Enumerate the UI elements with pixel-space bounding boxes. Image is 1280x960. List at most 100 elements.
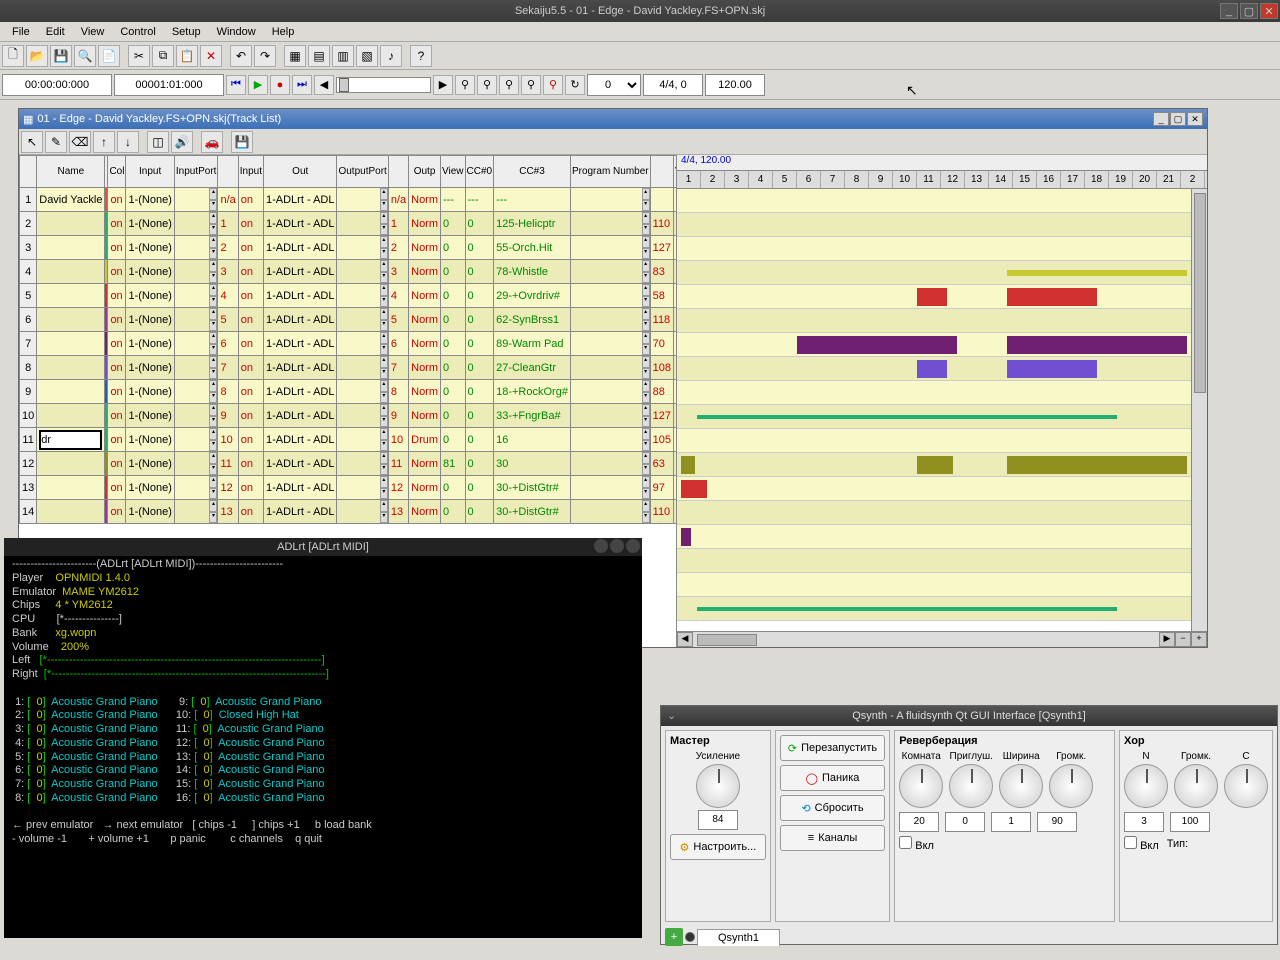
track-name-input[interactable]	[39, 430, 102, 450]
view1-icon[interactable]: ▦	[284, 45, 306, 67]
track-row[interactable]: 3on1-(None)▴▾2on1-ADLrt - ADL▴▾2Norm0055…	[20, 236, 678, 260]
close-button[interactable]: ✕	[1260, 3, 1278, 19]
channel-combo[interactable]: 0	[587, 74, 641, 96]
tool-car-icon[interactable]: 🚗	[201, 131, 223, 153]
track-row[interactable]: 4on1-(None)▴▾3on1-ADLrt - ADL▴▾3Norm0078…	[20, 260, 678, 284]
setup-button[interactable]: ⚙Настроить...	[670, 834, 766, 860]
print-icon[interactable]: 🔍	[74, 45, 96, 67]
track-row[interactable]: 8on1-(None)▴▾7on1-ADLrt - ADL▴▾7Norm0027…	[20, 356, 678, 380]
tool-erase-icon[interactable]: ⌫	[69, 131, 91, 153]
console-max[interactable]	[610, 539, 624, 553]
track-row[interactable]: 6on1-(None)▴▾5on1-ADLrt - ADL▴▾5Norm0062…	[20, 308, 678, 332]
chorus-knob-1[interactable]	[1174, 764, 1218, 808]
menu-setup[interactable]: Setup	[164, 24, 209, 40]
marker5-icon[interactable]: ⚲	[543, 75, 563, 95]
panic-button[interactable]: ◯Паника	[780, 765, 885, 791]
restart-button[interactable]: ⟳Перезапустить	[780, 735, 885, 761]
console-min[interactable]	[594, 539, 608, 553]
rewind-button[interactable]: ⏮	[226, 75, 246, 95]
print-preview-icon[interactable]: 📄	[98, 45, 120, 67]
tool-select-icon[interactable]: ◫	[147, 131, 169, 153]
minimize-button[interactable]: _	[1220, 3, 1238, 19]
view3-icon[interactable]: ▥	[332, 45, 354, 67]
track-row[interactable]: 1David Yackleon1-(None)▴▾n/aon1-ADLrt - …	[20, 188, 678, 212]
horizontal-scrollbar[interactable]: ◀▶−+	[677, 631, 1207, 647]
channels-button[interactable]: ≡Каналы	[780, 825, 885, 851]
reverb-panel: Реверберация КомнатаПриглуш.ШиринаГромк.…	[894, 730, 1115, 922]
chevron-down-icon[interactable]: ⌄	[667, 706, 676, 726]
track-row[interactable]: 11on1-(None)▴▾10on1-ADLrt - ADL▴▾10Drum0…	[20, 428, 678, 452]
track-row[interactable]: 12on1-(None)▴▾11on1-ADLrt - ADL▴▾11Norm8…	[20, 452, 678, 476]
track-row[interactable]: 5on1-(None)▴▾4on1-ADLrt - ADL▴▾4Norm0029…	[20, 284, 678, 308]
help-icon[interactable]: ?	[410, 45, 432, 67]
console-close[interactable]	[626, 539, 640, 553]
redo-icon[interactable]: ↷	[254, 45, 276, 67]
menu-window[interactable]: Window	[209, 24, 264, 40]
copy-icon[interactable]: ⧉	[152, 45, 174, 67]
marker3-icon[interactable]: ⚲	[499, 75, 519, 95]
forward-button[interactable]: ⏭	[292, 75, 312, 95]
tool-speaker-icon[interactable]: 🔊	[171, 131, 193, 153]
cut-icon[interactable]: ✂	[128, 45, 150, 67]
marker4-icon[interactable]: ⚲	[521, 75, 541, 95]
track-row[interactable]: 2on1-(None)▴▾1on1-ADLrt - ADL▴▾1Norm0012…	[20, 212, 678, 236]
track-row[interactable]: 9on1-(None)▴▾8on1-ADLrt - ADL▴▾8Norm0018…	[20, 380, 678, 404]
position-slider[interactable]	[336, 77, 431, 93]
reverb-enable[interactable]: Вкл	[899, 836, 1110, 852]
save-icon[interactable]: 💾	[50, 45, 72, 67]
menu-edit[interactable]: Edit	[38, 24, 73, 40]
step-fwd-button[interactable]: ▶	[433, 75, 453, 95]
reset-button[interactable]: ⟲Сбросить	[780, 795, 885, 821]
track-row[interactable]: 13on1-(None)▴▾12on1-ADLrt - ADL▴▾12Norm0…	[20, 476, 678, 500]
loop-icon[interactable]: ↻	[565, 75, 585, 95]
add-engine-button[interactable]: +	[665, 928, 683, 946]
tracklist-titlebar[interactable]: ▦ 01 - Edge - David Yackley.FS+OPN.skj(T…	[19, 109, 1207, 129]
mdi-maximize[interactable]: ▢	[1170, 112, 1186, 126]
gain-knob[interactable]	[696, 764, 740, 808]
maximize-button[interactable]: ▢	[1240, 3, 1258, 19]
reverb-knob-1[interactable]	[949, 764, 993, 808]
marker1-icon[interactable]: ⚲	[455, 75, 475, 95]
tool-draw-icon[interactable]: ✎	[45, 131, 67, 153]
tool-save-icon[interactable]: 💾	[231, 131, 253, 153]
chorus-knob-0[interactable]	[1124, 764, 1168, 808]
engine-tab[interactable]: Qsynth1	[697, 929, 780, 946]
play-button[interactable]: ▶	[248, 75, 268, 95]
tool-pointer-icon[interactable]: ↖	[21, 131, 43, 153]
paste-icon[interactable]: 📋	[176, 45, 198, 67]
undo-icon[interactable]: ↶	[230, 45, 252, 67]
tempo-box: 120.00	[705, 74, 765, 96]
gain-spinbox[interactable]: 84	[698, 810, 738, 830]
view2-icon[interactable]: ▤	[308, 45, 330, 67]
menu-help[interactable]: Help	[264, 24, 303, 40]
reverb-knob-2[interactable]	[999, 764, 1043, 808]
console-titlebar[interactable]: ADLrt [ADLrt MIDI]	[4, 538, 642, 556]
ruler[interactable]: 1234567891011121314151617181920212	[677, 171, 1207, 189]
delete-icon[interactable]: ✕	[200, 45, 222, 67]
view4-icon[interactable]: ▧	[356, 45, 378, 67]
track-row[interactable]: 14on1-(None)▴▾13on1-ADLrt - ADL▴▾13Norm0…	[20, 500, 678, 524]
chorus-knob-2[interactable]	[1224, 764, 1268, 808]
menu-view[interactable]: View	[73, 24, 113, 40]
reverb-knob-0[interactable]	[899, 764, 943, 808]
reverb-knob-3[interactable]	[1049, 764, 1093, 808]
open-icon[interactable]: 📂	[26, 45, 48, 67]
tool-down-icon[interactable]: ↓	[117, 131, 139, 153]
menu-control[interactable]: Control	[112, 24, 163, 40]
marker2-icon[interactable]: ⚲	[477, 75, 497, 95]
new-icon[interactable]: 🗋	[2, 45, 24, 67]
tool-up-icon[interactable]: ↑	[93, 131, 115, 153]
menu-file[interactable]: File	[4, 24, 38, 40]
mdi-minimize[interactable]: _	[1153, 112, 1169, 126]
view5-icon[interactable]: ♪	[380, 45, 402, 67]
track-row[interactable]: 10on1-(None)▴▾9on1-ADLrt - ADL▴▾9Norm003…	[20, 404, 678, 428]
vertical-scrollbar[interactable]	[1191, 189, 1207, 631]
mdi-close[interactable]: ✕	[1187, 112, 1203, 126]
step-back-button[interactable]: ◀	[314, 75, 334, 95]
track-row[interactable]: 7on1-(None)▴▾6on1-ADLrt - ADL▴▾6Norm0089…	[20, 332, 678, 356]
qsynth-titlebar[interactable]: ⌄ Qsynth - A fluidsynth Qt GUI Interface…	[661, 706, 1277, 726]
record-button[interactable]: ●	[270, 75, 290, 95]
chorus-enable[interactable]: Вкл	[1124, 836, 1159, 852]
transport-bar: 00:00:00:000 00001:01:000 ⏮ ▶ ● ⏭ ◀ ▶ ⚲ …	[0, 70, 1280, 100]
note-grid[interactable]	[677, 189, 1207, 631]
